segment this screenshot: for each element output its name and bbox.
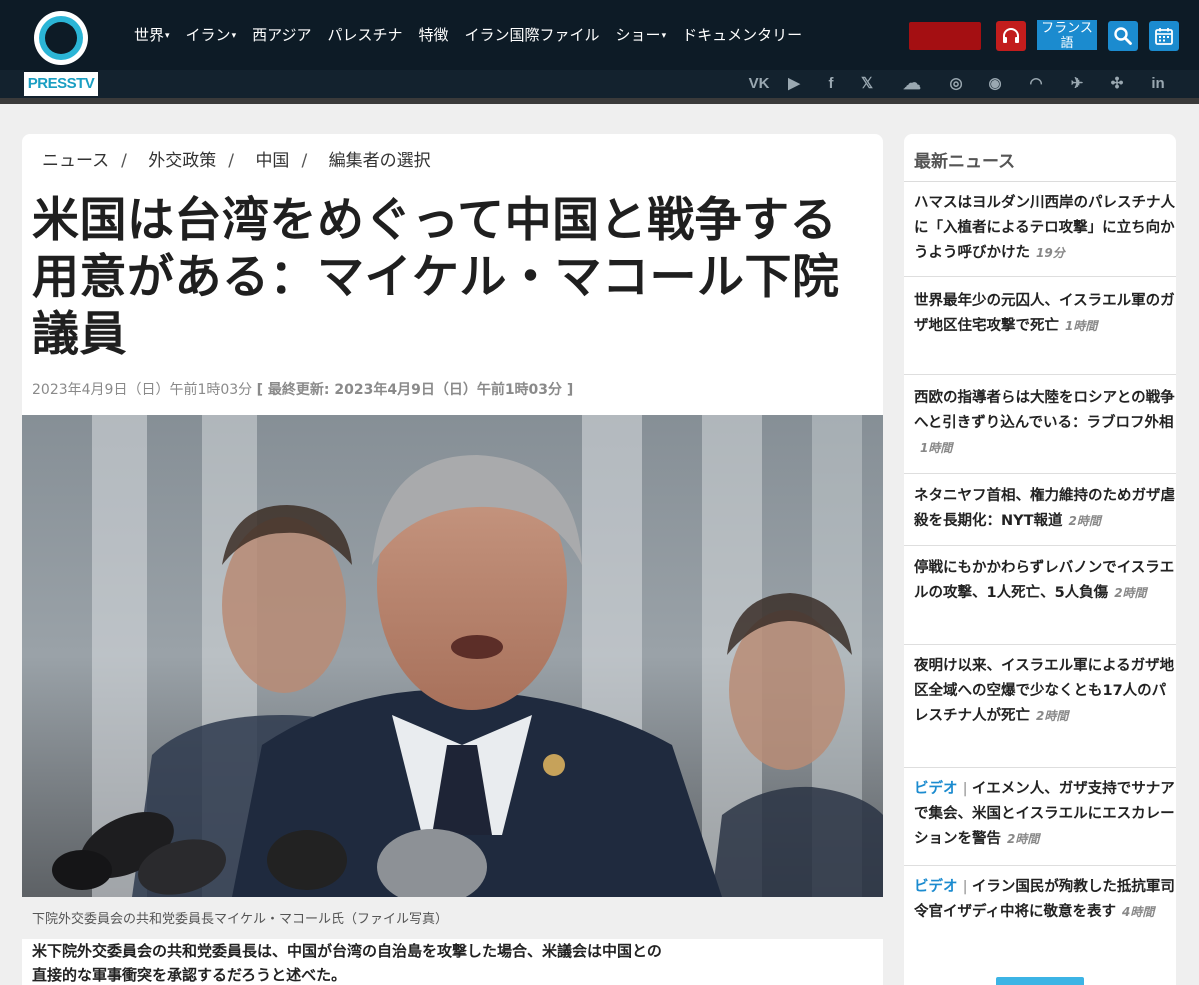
news-item[interactable]: ネタニヤフ首相、権力維持のためガザ虐殺を長期化：NYT報道 2時間 [914,484,1176,534]
news-item[interactable]: 夜明け以来、イスラエル軍によるガザ地区全域への空爆で少なくとも17人のパレスチナ… [914,654,1176,729]
nav-item-world[interactable]: 世界▾ [134,24,170,45]
rumble-icon[interactable]: ▶ [774,74,814,92]
nav-item-documentary[interactable]: ドキュメンタリー [682,24,802,45]
odysee-icon[interactable]: ◉ [974,74,1016,92]
video-tag-bar: | [957,781,968,797]
news-item[interactable]: 停戦にもかかわらずレバノンでイスラエルの攻撃、1人死亡、5人負傷 2時間 [914,556,1176,606]
news-item[interactable]: ビデオ | イエメン人、ガザ支持でサナアで集会、米国とイスラエルにエスカレーション… [914,777,1176,852]
news-separator [904,767,1176,768]
news-separator [904,374,1176,375]
nav-item-west-asia[interactable]: 西アジア [252,24,311,45]
news-item-text: ネタニヤフ首相、権力維持のためガザ虐殺を長期化：NYT報道 [914,488,1175,529]
search-button[interactable] [1108,21,1138,51]
article-card: ニュース / 外交政策 / 中国 / 編集者の選択 米国は台湾をめぐって中国と戦争する… [22,134,883,985]
headphones-icon [1003,28,1019,43]
nav-item-palestine[interactable]: パレスチナ [328,24,403,45]
news-item-text: 世界最年少の元囚人、イスラエル軍のガザ地区住宅攻撃で死亡 [914,293,1175,334]
news-item-time: 1時間 [920,441,953,455]
breadcrumb-separator: / [228,151,235,171]
breadcrumb: ニュース / 外交政策 / 中国 / 編集者の選択 [42,146,431,171]
news-item-time: 2時間 [1007,832,1040,846]
telegram-icon[interactable]: ✈ [1056,74,1098,92]
logo-mark-icon [34,11,88,65]
breadcrumb-china[interactable]: 中国 [255,151,289,171]
image-caption: 下院外交委員会の共和党委員長マイケル・マコール氏（ファイル写真） [32,912,449,927]
nav-item-iran-intl-file[interactable]: イラン国際ファイル [465,24,600,45]
article-headline: 米国は台湾をめぐって中国と戦争する用意がある：マイケル・マコール下院議員 [32,193,840,362]
caret-down-icon: ▾ [165,31,170,41]
instagram-icon[interactable]: ◎ [938,74,974,92]
updated-date: [ 最終更新: 2023年4月9日（日）午前1時03分 ] [256,382,574,398]
news-item-time: 2時間 [1036,709,1069,723]
breadcrumb-separator: / [301,151,308,171]
news-separator [904,276,1176,277]
linkedin-icon[interactable]: in [1136,75,1180,92]
search-icon [1114,27,1132,45]
vk-icon[interactable]: VK [744,75,774,92]
publish-date: 2023年4月9日（日）午前1時03分 [32,382,253,398]
news-item[interactable]: ハマスはヨルダン川西岸のパレスチナ人に「入植者によるテロ攻撃」に立ち向かうよう呼… [914,191,1176,266]
news-separator [904,865,1176,866]
press-conference-image [22,415,883,897]
sidebar-divider [904,181,1176,182]
facebook-icon[interactable]: f [814,75,848,92]
caret-down-icon: ▾ [231,31,237,41]
nav-item-features[interactable]: 特徴 [419,24,449,45]
video-tag: ビデオ [914,781,958,797]
live-button[interactable] [909,22,981,50]
calendar-icon [1155,28,1173,45]
article-lead: 米下院外交委員会の共和党委員長は、中国が台湾の自治島を攻撃した場合、米議会は中国… [32,942,662,984]
news-item[interactable]: ビデオ | イラン国民が殉教した抵抗軍司令官イザディ中将に敬意を表す 4時間 [914,875,1176,925]
breadcrumb-foreign-policy[interactable]: 外交政策 [148,151,216,171]
article-photo [22,415,883,897]
news-item-time: 2時間 [1114,586,1147,600]
more-news-button[interactable] [996,977,1084,985]
breadcrumb-separator: / [121,151,127,171]
nav-item-shows[interactable]: ショー▾ [616,24,667,45]
main-nav: 世界▾ イラン▾ 西アジア パレスチナ 特徴 イラン国際ファイル ショー▾ ドキ… [134,24,802,45]
x-icon[interactable]: 𝕏 [848,74,886,92]
soundcloud-icon[interactable]: ☁ [886,73,938,94]
news-separator [904,644,1176,645]
breadcrumb-news[interactable]: ニュース [42,151,109,171]
calendar-button[interactable] [1149,21,1179,51]
latest-news-sidebar: 最新ニュース ハマスはヨルダン川西岸のパレスチナ人に「入植者によるテロ攻撃」に立… [904,134,1176,985]
breadcrumb-editors-choice[interactable]: 編集者の選択 [329,151,431,171]
header-divider [0,98,1199,104]
sidebar-title: 最新ニュース [914,152,1016,172]
news-item-text: 西欧の指導者らは大陸をロシアとの戦争へと引きずり込んでいる：ラブロフ外相 [914,390,1175,431]
news-separator [904,545,1176,546]
news-item-time: 1時間 [1065,319,1098,333]
news-item-time: 19分 [1036,246,1065,260]
news-item-time: 2時間 [1068,514,1101,528]
presstv-logo[interactable]: PRESSTV [24,4,98,96]
shortwave-icon[interactable]: ✣ [1098,74,1136,92]
video-tag-bar: | [957,879,968,895]
news-separator [904,473,1176,474]
podcast-button[interactable] [996,21,1026,51]
language-button[interactable]: フランス語 [1037,20,1097,51]
article-dateline: 2023年4月9日（日）午前1時03分 [ 最終更新: 2023年4月9日（日）… [32,379,573,399]
news-item[interactable]: 西欧の指導者らは大陸をロシアとの戦争へと引きずり込んでいる：ラブロフ外相 1時間 [914,386,1176,461]
logo-text: PRESSTV [24,72,98,96]
caret-down-icon: ▾ [661,31,667,41]
social-links: VK ▶ f 𝕏 ☁ ◎ ◉ ◠ ✈ ✣ in [744,72,1180,94]
news-item[interactable]: 世界最年少の元囚人、イスラエル軍のガザ地区住宅攻撃で死亡 1時間 [914,289,1176,339]
news-item-time: 4時間 [1121,905,1155,919]
video-tag: ビデオ [914,879,958,895]
nav-item-iran[interactable]: イラン▾ [186,24,237,45]
rss-icon[interactable]: ◠ [1016,74,1056,92]
